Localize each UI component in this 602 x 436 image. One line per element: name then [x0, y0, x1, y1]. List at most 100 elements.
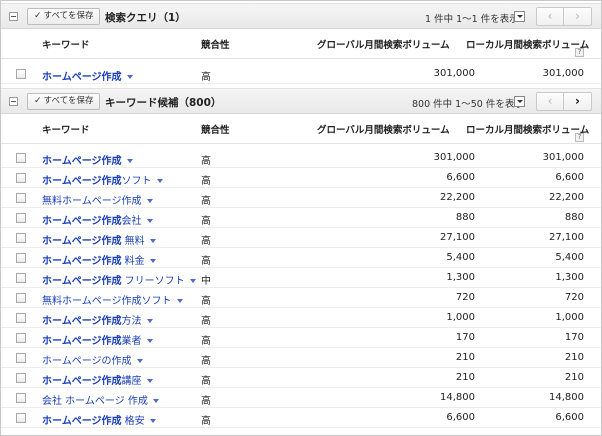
- row-checkbox[interactable]: [16, 193, 26, 203]
- competition-value: 高: [201, 256, 211, 267]
- row-checkbox[interactable]: [16, 353, 26, 363]
- keyword-column-header[interactable]: キーワード: [42, 122, 90, 136]
- row-checkbox[interactable]: [16, 69, 26, 79]
- row-checkbox[interactable]: [16, 153, 26, 163]
- keyword-dropdown-icon[interactable]: [149, 419, 156, 423]
- global-volume-value: 210: [455, 352, 475, 363]
- global-volume-value: 720: [455, 292, 475, 303]
- row-checkbox[interactable]: [16, 333, 26, 343]
- save-all-search-query-button[interactable]: ✓ すべてを保存: [27, 8, 101, 25]
- keyword-dropdown-icon[interactable]: [156, 179, 163, 183]
- keyword-link[interactable]: ホームページ作成講座: [42, 372, 153, 387]
- keyword-link[interactable]: ホームページ作成ソフト: [42, 172, 163, 187]
- table-row: ホームページ作成 高 301,000 301,000: [1, 148, 601, 168]
- competition-value: 高: [201, 376, 211, 387]
- keyword-link[interactable]: ホームページの作成: [42, 352, 143, 367]
- table-row: ホームページ作成 料金 高 5,400 5,400: [1, 248, 601, 268]
- collapse-keyword-ideas-icon[interactable]: [9, 97, 18, 106]
- keyword-dropdown-icon[interactable]: [189, 279, 196, 283]
- keyword-link[interactable]: ホームページ作成会社: [42, 212, 153, 227]
- keyword-dropdown-icon[interactable]: [152, 399, 159, 403]
- competition-value: 中: [201, 276, 211, 287]
- keyword-dropdown-icon[interactable]: [146, 199, 153, 203]
- keyword-dropdown-icon[interactable]: [146, 339, 153, 343]
- local-volume-column-header[interactable]: ローカル月間検索ボリューム: [466, 122, 589, 136]
- keyword-dropdown-icon[interactable]: [126, 159, 133, 163]
- search-query-next-page-button[interactable]: ›: [564, 7, 592, 26]
- row-checkbox[interactable]: [16, 233, 26, 243]
- row-checkbox[interactable]: [16, 313, 26, 323]
- table-row: ホームページ作成 無料 高 27,100 27,100: [1, 228, 601, 248]
- keyword-match-text: ホームページ作成: [42, 236, 122, 247]
- keyword-match-text: ホームページ作成: [42, 256, 122, 267]
- row-checkbox[interactable]: [16, 393, 26, 403]
- keyword-dropdown-icon[interactable]: [146, 379, 153, 383]
- keyword-rest-text: 方法: [121, 316, 142, 327]
- keyword-link[interactable]: ホームページ作成: [42, 152, 133, 167]
- keyword-link[interactable]: ホームページ作成方法: [42, 312, 153, 327]
- keyword-link[interactable]: ホームページ作成 料金: [42, 252, 156, 267]
- keyword-column-header[interactable]: キーワード: [42, 37, 90, 51]
- search-query-prev-page-button[interactable]: ‹: [536, 7, 564, 26]
- keyword-dropdown-icon[interactable]: [149, 239, 156, 243]
- global-volume-value: 14,800: [440, 392, 475, 403]
- local-volume-value: 880: [564, 212, 584, 223]
- global-volume-column-header[interactable]: グローバル月間検索ボリューム: [317, 122, 450, 136]
- competition-value: 高: [201, 396, 211, 407]
- keyword-link[interactable]: ホームページ作成: [42, 68, 133, 83]
- search-query-title: 検索クエリ（1）: [105, 12, 186, 24]
- local-volume-value: 720: [564, 292, 584, 303]
- keyword-ideas-page-size-dropdown[interactable]: [514, 96, 525, 107]
- global-volume-value: 1,300: [446, 272, 475, 283]
- keyword-link[interactable]: 無料ホームページ作成ソフト: [42, 292, 183, 307]
- table-row: ホームページ作成 格安 高 6,600 6,600: [1, 408, 601, 428]
- global-volume-value: 6,600: [446, 172, 475, 183]
- row-checkbox[interactable]: [16, 253, 26, 263]
- keyword-link[interactable]: ホームページ作成 格安: [42, 412, 156, 427]
- collapse-search-query-icon[interactable]: [9, 12, 18, 21]
- keyword-rest-text: 会社 ホームページ 作成: [42, 396, 148, 407]
- row-checkbox[interactable]: [16, 273, 26, 283]
- keyword-dropdown-icon[interactable]: [146, 319, 153, 323]
- keyword-dropdown-icon[interactable]: [149, 259, 156, 263]
- keyword-tool-panel: ✓ すべてを保存 検索クエリ（1） 1 件中 1～1 件を表示 ‹ › キーワード…: [0, 0, 602, 436]
- global-volume-column-header[interactable]: グローバル月間検索ボリューム: [317, 37, 450, 51]
- row-checkbox[interactable]: [16, 213, 26, 223]
- keyword-link[interactable]: ホームページ作成業者: [42, 332, 153, 347]
- row-checkbox[interactable]: [16, 373, 26, 383]
- keyword-ideas-section-bar: ✓ すべてを保存 キーワード候補（800） 800 件中 1～50 件を表示 ‹ …: [1, 88, 601, 114]
- competition-value: 高: [201, 236, 211, 247]
- search-query-pager-text: 1 件中 1～1 件を表示: [425, 14, 519, 25]
- local-volume-value: 14,800: [549, 392, 584, 403]
- keyword-dropdown-icon[interactable]: [176, 299, 183, 303]
- keyword-ideas-next-page-button[interactable]: ›: [564, 92, 592, 111]
- check-icon: ✓: [34, 11, 42, 21]
- keyword-dropdown-icon[interactable]: [126, 75, 133, 79]
- keyword-link[interactable]: 会社 ホームページ 作成: [42, 392, 159, 407]
- keyword-match-text: ホームページ作成: [42, 276, 122, 287]
- global-volume-value: 22,200: [440, 192, 475, 203]
- search-query-page-size-dropdown[interactable]: [514, 11, 525, 22]
- table-row: ホームページ作成 高 301,000 301,000: [1, 64, 601, 84]
- competition-column-header[interactable]: 競合性: [201, 37, 230, 51]
- keyword-rest-text: 料金: [121, 256, 145, 267]
- keyword-ideas-prev-page-button[interactable]: ‹: [536, 92, 564, 111]
- local-volume-value: 301,000: [542, 152, 584, 163]
- local-volume-value: 1,000: [555, 312, 584, 323]
- global-volume-value: 5,400: [446, 252, 475, 263]
- keyword-link[interactable]: 無料ホームページ作成: [42, 192, 153, 207]
- row-checkbox[interactable]: [16, 293, 26, 303]
- keyword-link[interactable]: ホームページ作成 フリーソフト: [42, 272, 196, 287]
- row-checkbox[interactable]: [16, 413, 26, 423]
- search-query-column-header: キーワード 競合性 グローバル月間検索ボリューム ? ローカル月間検索ボリューム: [1, 30, 601, 59]
- keyword-rest-text: 会社: [121, 216, 142, 227]
- competition-column-header[interactable]: 競合性: [201, 122, 230, 136]
- keyword-dropdown-icon[interactable]: [136, 359, 143, 363]
- keyword-rest-text: 格安: [121, 416, 145, 427]
- table-row: ホームページ作成会社 高 880 880: [1, 208, 601, 228]
- save-all-keyword-ideas-button[interactable]: ✓ すべてを保存: [27, 93, 101, 110]
- row-checkbox[interactable]: [16, 173, 26, 183]
- keyword-link[interactable]: ホームページ作成 無料: [42, 232, 156, 247]
- local-volume-column-header[interactable]: ローカル月間検索ボリューム: [466, 37, 589, 51]
- keyword-dropdown-icon[interactable]: [146, 219, 153, 223]
